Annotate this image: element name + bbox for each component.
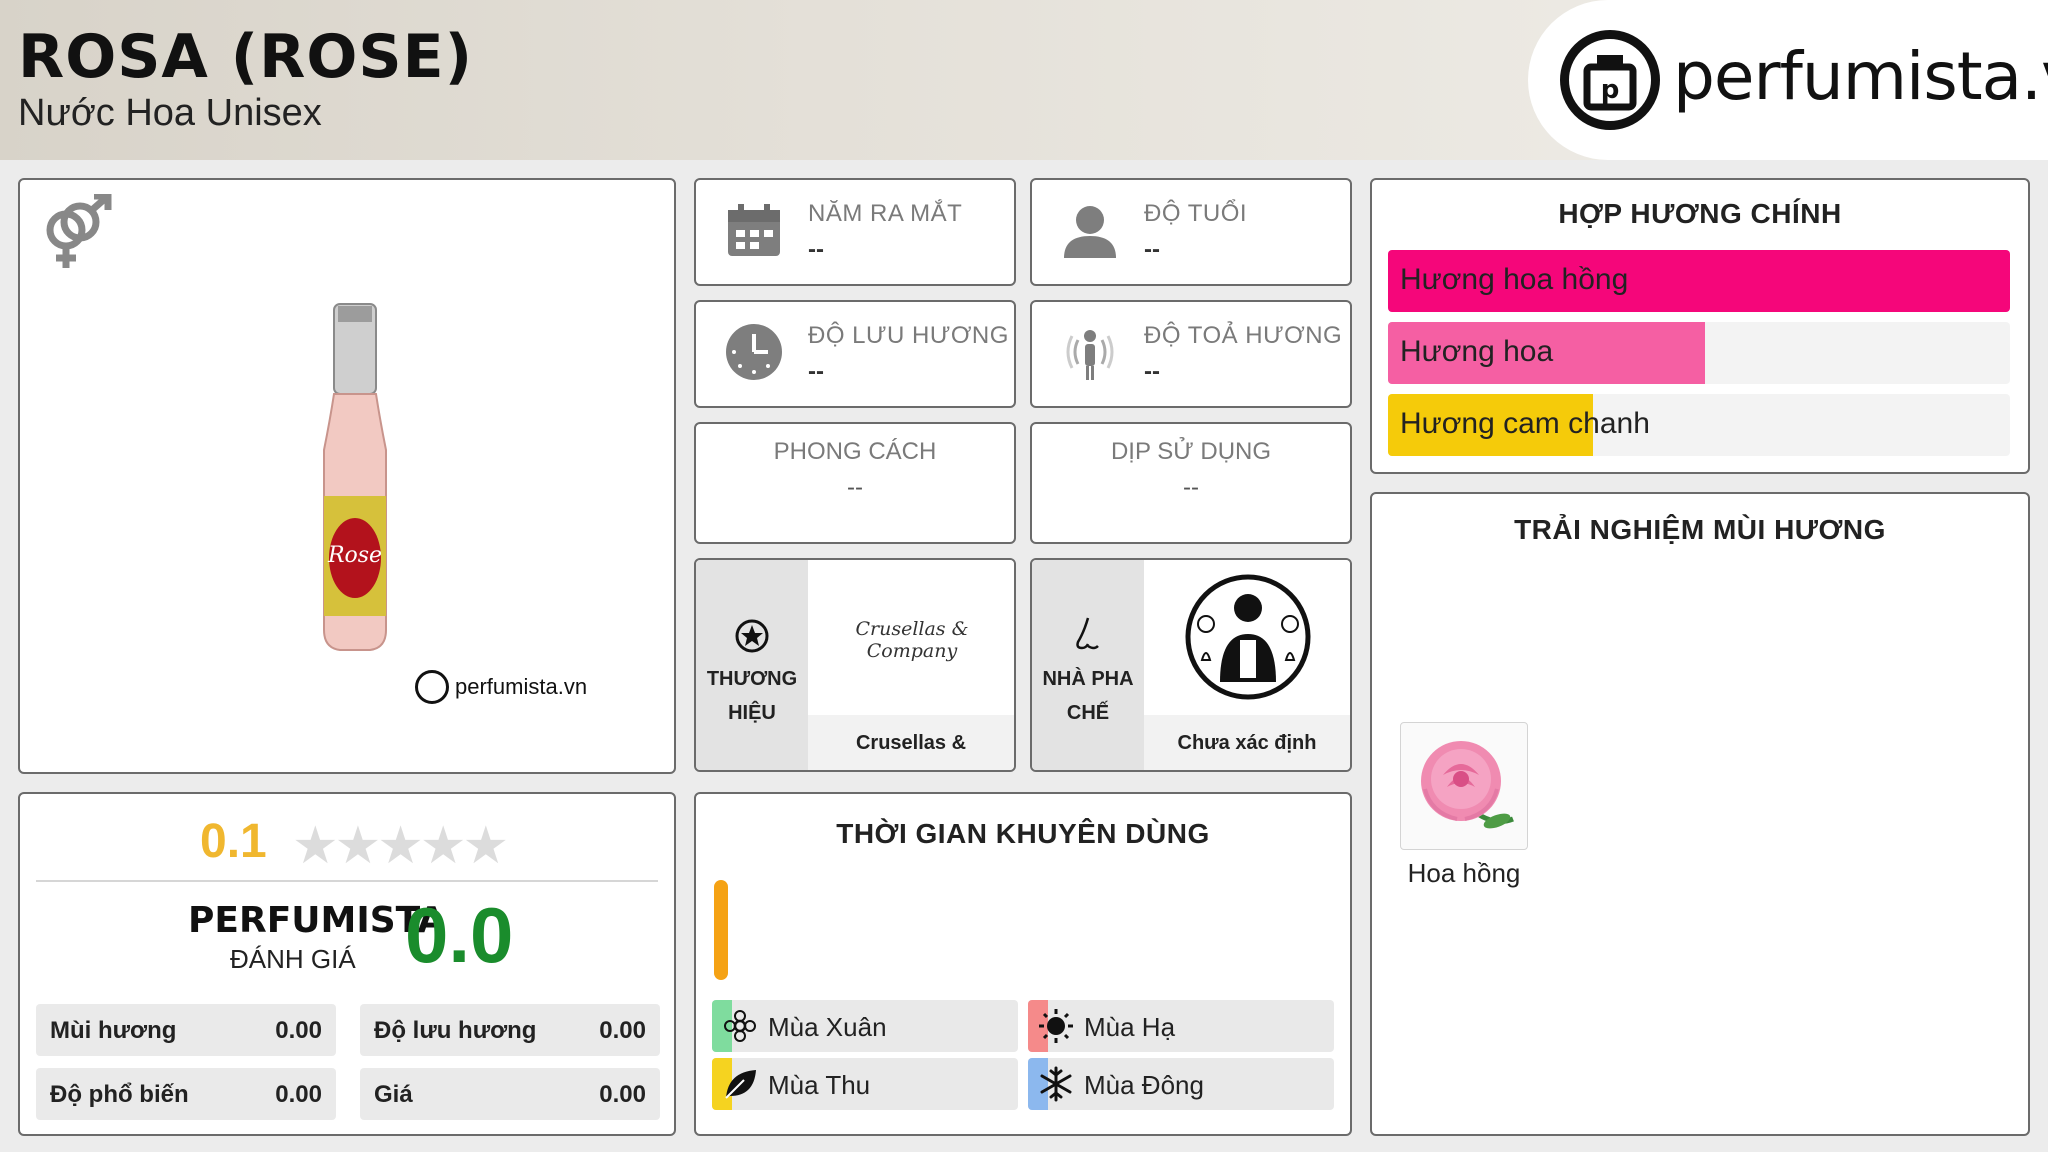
- brand-side-panel: THƯƠNG HIỆU: [696, 560, 808, 770]
- flower-icon: [722, 1008, 758, 1044]
- metric-label: Độ lưu hương: [374, 1017, 537, 1044]
- season-label: Mùa Đông: [1084, 1070, 1204, 1100]
- metric-price: Giá 0.00: [360, 1068, 660, 1120]
- season-summer: Mùa Hạ: [1028, 1000, 1334, 1052]
- sillage-icon: [1060, 322, 1120, 387]
- leaf-icon: [722, 1066, 758, 1102]
- metric-label: Giá: [374, 1081, 413, 1108]
- perfumer-side-panel: NHÀ PHA CHẾ: [1032, 560, 1144, 770]
- longevity-label: ĐỘ LƯU HƯƠNG: [808, 322, 1009, 349]
- occasion-box: DỊP SỬ DỤNG --: [1030, 422, 1352, 544]
- perfumista-score: 0.0: [405, 891, 514, 979]
- site-logo[interactable]: p perfumista.vn: [1528, 0, 2048, 160]
- season-autumn: Mùa Thu: [712, 1058, 1018, 1110]
- rating-stars[interactable]: ★★★★★: [292, 816, 509, 876]
- product-bottle-image: Rose: [310, 300, 400, 665]
- accord-label: Hương hoa hồng: [1400, 263, 1629, 296]
- season-winter: Mùa Đông: [1028, 1058, 1334, 1110]
- recommended-time-card: THỜI GIAN KHUYÊN DÙNG Mùa Xuân Mùa Hạ Mù…: [694, 792, 1352, 1136]
- style-value: --: [847, 474, 863, 501]
- metric-longevity: Độ lưu hương 0.00: [360, 1004, 660, 1056]
- recommended-time-title: THỜI GIAN KHUYÊN DÙNG: [836, 818, 1210, 849]
- metric-scent: Mùi hương 0.00: [36, 1004, 336, 1056]
- brand-box[interactable]: THƯƠNG HIỆU Crusellas & Company Crusella…: [694, 558, 1016, 772]
- season-label: Mùa Xuân: [768, 1012, 887, 1042]
- perfumer-box[interactable]: NHÀ PHA CHẾ Chưa xác định: [1030, 558, 1352, 772]
- release-year-label: NĂM RA MẮT: [808, 200, 963, 227]
- age-box: ĐỘ TUỔI --: [1030, 178, 1352, 286]
- product-card: Rose perfumista.vn: [18, 178, 676, 774]
- logo-bottle-icon: p: [1560, 30, 1660, 130]
- age-value: --: [1144, 236, 1160, 263]
- rose-icon[interactable]: [1400, 722, 1528, 850]
- star-badge-icon: [734, 618, 770, 659]
- accord-bar: Hương cam chanh: [1388, 394, 2010, 456]
- sillage-label: ĐỘ TOẢ HƯƠNG: [1144, 322, 1343, 349]
- brand-logo-image: Crusellas & Company: [808, 560, 1014, 715]
- release-year-box: NĂM RA MẮT --: [694, 178, 1016, 286]
- svg-text:Rose: Rose: [327, 543, 382, 568]
- perfumista-rating-sublabel: ĐÁNH GIÁ: [230, 944, 356, 974]
- watermark-logo-icon: [415, 670, 449, 704]
- occasion-value: --: [1183, 474, 1199, 501]
- accord-bar: Hương hoa: [1388, 322, 2010, 384]
- page-subtitle: Nước Hoa Unisex: [18, 92, 322, 134]
- user-rating-score: 0.1: [200, 815, 267, 868]
- note-label-rose: Hoa hồng: [1407, 858, 1521, 888]
- metric-label: Độ phổ biến: [50, 1081, 189, 1108]
- brand-logo-text: Crusellas & Company: [855, 618, 969, 662]
- rating-card: 0.1 ★★★★★ PERFUMISTA ĐÁNH GIÁ 0.0 Mùi hư…: [18, 792, 676, 1136]
- perfumer-name: Chưa xác định: [1144, 715, 1350, 770]
- release-year-value: --: [808, 236, 824, 263]
- snowflake-icon: [1038, 1066, 1074, 1102]
- occasion-label: DỊP SỬ DỤNG: [1110, 438, 1272, 465]
- metric-label: Mùi hương: [50, 1017, 177, 1044]
- season-label: Mùa Hạ: [1084, 1012, 1176, 1042]
- logo-text: perfumista.vn: [1673, 38, 2048, 115]
- accord-label: Hương cam chanh: [1400, 407, 1650, 440]
- product-watermark: perfumista.vn: [415, 670, 587, 704]
- metric-value: 0.00: [275, 1017, 322, 1044]
- perfumer-image: [1144, 560, 1350, 715]
- main-accords-card: HỢP HƯƠNG CHÍNH Hương hoa hồng Hương hoa H…: [1370, 178, 2030, 474]
- sillage-box: ĐỘ TOẢ HƯƠNG --: [1030, 300, 1352, 408]
- scent-experience-card: TRẢI NGHIỆM MÙI HƯƠNG Hoa hồng: [1370, 492, 2030, 1136]
- sillage-value: --: [1144, 358, 1160, 385]
- metric-value: 0.00: [599, 1017, 646, 1044]
- brand-label: THƯƠNG HIỆU: [706, 668, 798, 724]
- metric-value: 0.00: [275, 1081, 322, 1108]
- sun-icon: [1038, 1008, 1074, 1044]
- rating-divider: [36, 880, 658, 882]
- season-spring: Mùa Xuân: [712, 1000, 1018, 1052]
- longevity-value: --: [808, 358, 824, 385]
- main-accords-title: HỢP HƯƠNG CHÍNH: [1558, 198, 1842, 229]
- svg-text:p: p: [1601, 75, 1620, 105]
- person-icon: [1060, 200, 1120, 265]
- user-rating-row: 0.1 ★★★★★: [20, 814, 674, 876]
- style-label: PHONG CÁCH: [773, 438, 937, 465]
- accord-label: Hương hoa: [1400, 335, 1554, 368]
- unisex-icon: [36, 192, 116, 279]
- season-indicator: [714, 880, 728, 980]
- watermark-text: perfumista.vn: [455, 674, 588, 699]
- header: ROSA (ROSE) Nước Hoa Unisex p perfumista…: [0, 0, 2048, 160]
- brand-name: Crusellas & Company: [808, 715, 1014, 770]
- season-label: Mùa Thu: [768, 1070, 871, 1100]
- clock-icon: [724, 322, 784, 387]
- metric-popularity: Độ phổ biến 0.00: [36, 1068, 336, 1120]
- metric-value: 0.00: [599, 1081, 646, 1108]
- scent-experience-title: TRẢI NGHIỆM MÙI HƯƠNG: [1514, 514, 1886, 545]
- perfumer-label: NHÀ PHA CHẾ: [1042, 668, 1134, 724]
- page-title: ROSA (ROSE): [18, 22, 473, 92]
- style-box: PHONG CÁCH --: [694, 422, 1016, 544]
- longevity-box: ĐỘ LƯU HƯƠNG --: [694, 300, 1016, 408]
- accord-bar: Hương hoa hồng: [1388, 250, 2010, 312]
- age-label: ĐỘ TUỔI: [1144, 200, 1248, 227]
- nose-icon: [1072, 616, 1104, 661]
- calendar-icon: [724, 200, 784, 265]
